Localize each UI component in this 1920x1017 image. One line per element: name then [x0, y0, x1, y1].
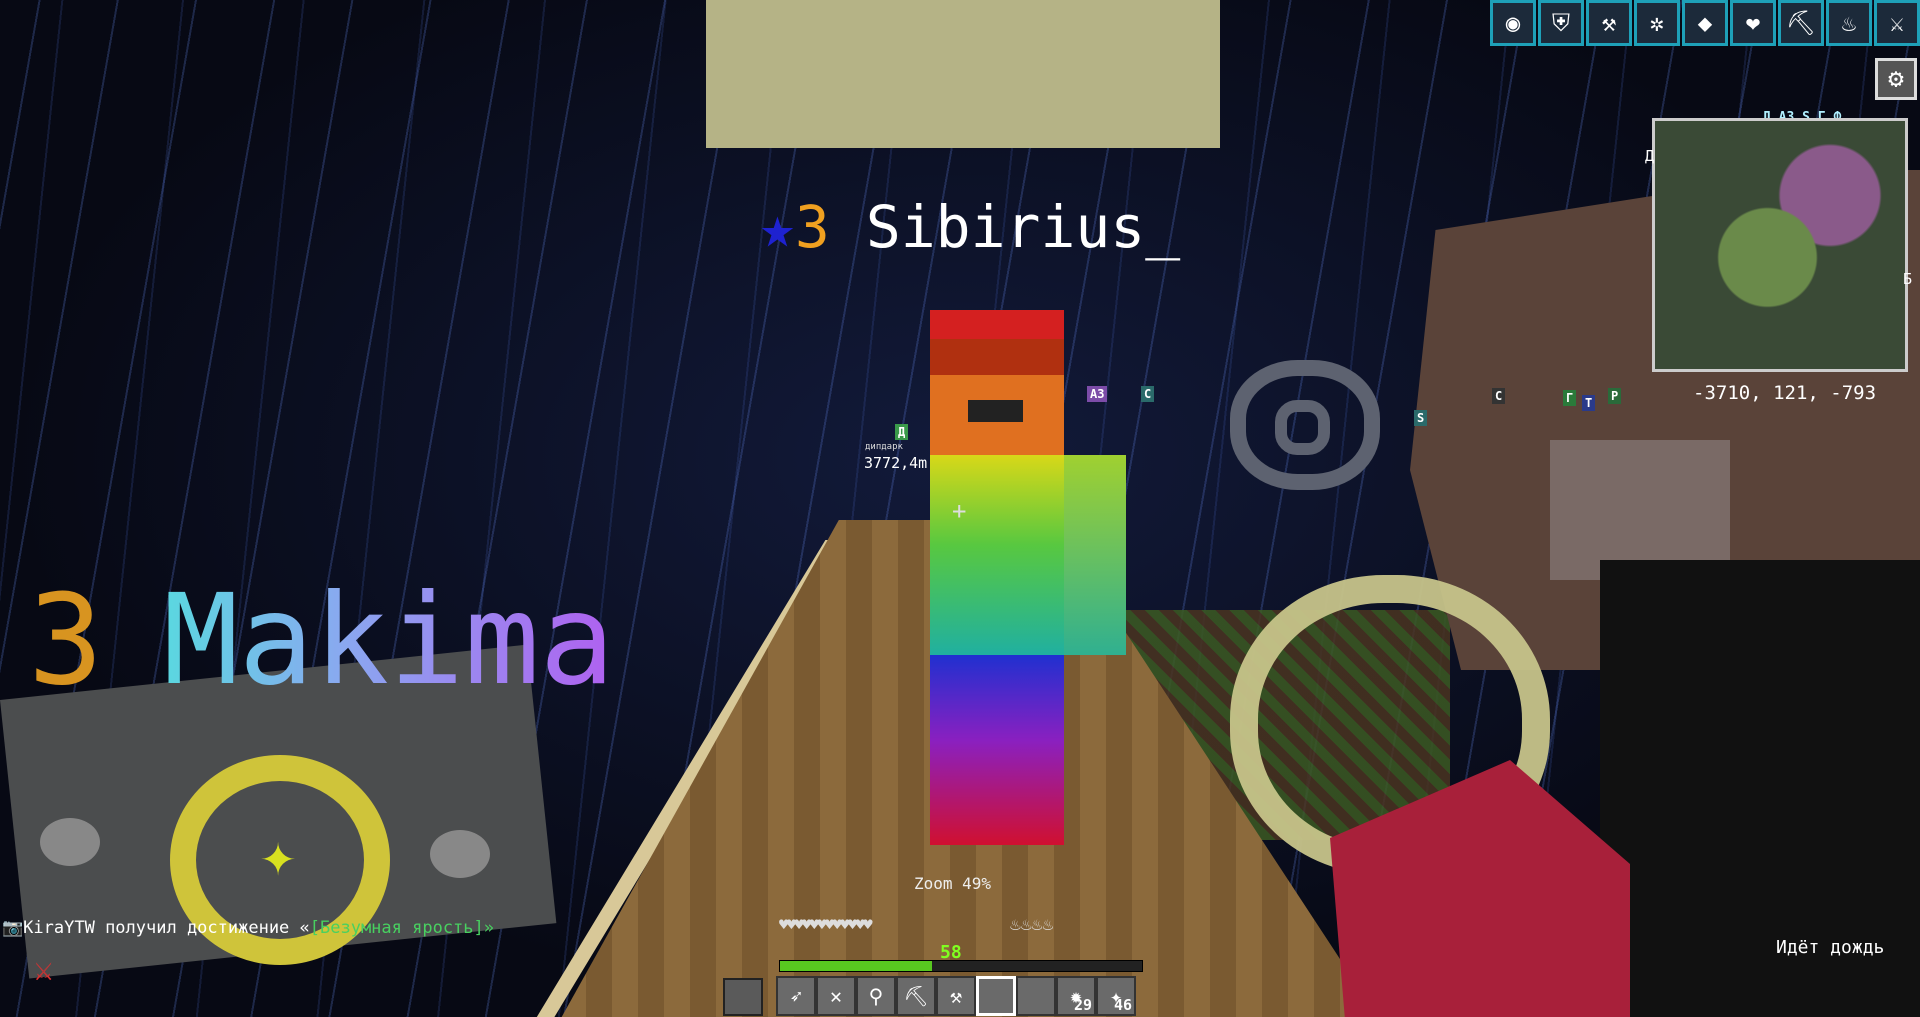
item-count: 29 — [1073, 996, 1092, 1014]
chat-player: KiraYTW — [23, 918, 95, 938]
player-body — [930, 455, 1064, 655]
combat-sword-icon: ⚔ — [34, 950, 54, 988]
nametag-makima: 3 Makima — [28, 568, 615, 713]
player-head — [930, 310, 1064, 455]
player-arm — [1064, 455, 1126, 655]
chat-icon: 📷 — [2, 918, 24, 938]
player-level: 3 — [794, 193, 830, 261]
waypoint-marker-s-dark: С — [1492, 388, 1506, 404]
xp-bar-fill — [780, 961, 933, 971]
weather-status: Идёт дождь — [1776, 937, 1885, 958]
orb-icon: ◉ — [1490, 0, 1536, 46]
crossbow-icon: ✕ — [829, 984, 843, 1008]
player-name: Sibirius_ — [865, 193, 1181, 261]
offhand-slot[interactable] — [723, 978, 763, 1016]
nametag-sibirius: ★3 Sibirius_ — [760, 193, 1180, 261]
waypoint-marker-s-latin: S — [1414, 410, 1428, 426]
waypoint-name: дипдарк — [865, 442, 903, 452]
hotbar-slot[interactable]: ✦ 46 — [1096, 976, 1136, 1016]
armor-bar: ♥♥♥♥♥♥♥♥♥♥♥♥ — [779, 915, 873, 934]
particle-ring-inner — [1275, 400, 1330, 455]
rainbow-player-model[interactable] — [928, 310, 1126, 845]
hotbar-slot[interactable]: ✕ — [816, 976, 856, 1016]
minimap[interactable] — [1652, 118, 1908, 372]
level-star-icon: ★ — [760, 193, 795, 261]
waypoint-marker-a3: А3 — [1087, 386, 1108, 402]
axe-icon: ⚒ — [949, 984, 963, 1008]
chat-message: 📷KiraYTW получил достижение «[Безумная я… — [2, 918, 494, 938]
hotbar-slot[interactable] — [976, 976, 1016, 1016]
minimap-north-label: Д — [1645, 147, 1655, 165]
fire-resist-icon: ♨ — [1826, 0, 1872, 46]
heart-icon: ❤ — [1730, 0, 1776, 46]
waypoint-distance: 3772,4m — [864, 454, 928, 472]
sandstone-block — [706, 0, 1220, 148]
item-count: 46 — [1113, 996, 1132, 1014]
hunger-bar: ♨♨♨♨ — [1010, 914, 1054, 935]
hotbar: ➶ ✕ ⚲ ⛏ ⚒ ✹ 29 ✦ 46 — [776, 976, 1136, 1016]
xp-bar — [779, 960, 1143, 972]
zoom-indicator: Zoom 49% — [914, 874, 992, 893]
pickaxe-icon: ⛏ — [1778, 0, 1824, 46]
shield-icon: ⛨ — [1538, 0, 1584, 46]
player-legs — [930, 655, 1064, 845]
player-name: Makima — [163, 568, 615, 713]
hotbar-slot[interactable] — [1016, 976, 1056, 1016]
hotbar-slot[interactable]: ➶ — [776, 976, 816, 1016]
boots-icon: ⚒ — [1586, 0, 1632, 46]
waypoint-marker-d: Д — [895, 424, 909, 440]
crosshair-icon: + — [952, 497, 967, 525]
hotbar-slot[interactable]: ⚒ — [936, 976, 976, 1016]
waypoint-marker-t: Т — [1582, 395, 1596, 411]
compass-star-icon: ✦ — [260, 820, 297, 890]
player-face — [968, 400, 1023, 422]
wolf-icon: ◆ — [1682, 0, 1728, 46]
bow-icon: ➶ — [789, 984, 803, 1008]
trident-icon: ⚲ — [868, 984, 884, 1008]
chat-text-end: » — [483, 918, 495, 938]
patch-button-left — [40, 818, 100, 866]
hotbar-slot[interactable]: ⚲ — [856, 976, 896, 1016]
waypoint-marker-g: Г — [1563, 390, 1577, 406]
sword-icon: ⚔ — [1874, 0, 1920, 46]
hotbar-slot[interactable]: ✹ 29 — [1056, 976, 1096, 1016]
nearby-player-face — [1550, 440, 1730, 580]
clover-icon: ✲ — [1634, 0, 1680, 46]
pickaxe-icon: ⛏ — [903, 984, 929, 1008]
player-level: 3 — [28, 568, 104, 713]
coordinates-display: -3710, 121, -793 — [1693, 382, 1877, 404]
patch-button-right — [430, 830, 490, 878]
waypoint-marker-s: С — [1141, 386, 1155, 402]
status-effects-bar: ◉ ⛨ ⚒ ✲ ◆ ❤ ⛏ ♨ ⚔ — [1490, 0, 1920, 46]
chat-text: получил достижение « — [94, 918, 310, 938]
gear-icon[interactable]: ⚙ — [1875, 58, 1917, 100]
waypoint-marker-r: Р — [1608, 388, 1622, 404]
chat-advancement-link[interactable]: [Безумная ярость] — [310, 918, 484, 938]
hotbar-slot[interactable]: ⛏ — [896, 976, 936, 1016]
minimap-east-label: Б — [1903, 270, 1913, 288]
